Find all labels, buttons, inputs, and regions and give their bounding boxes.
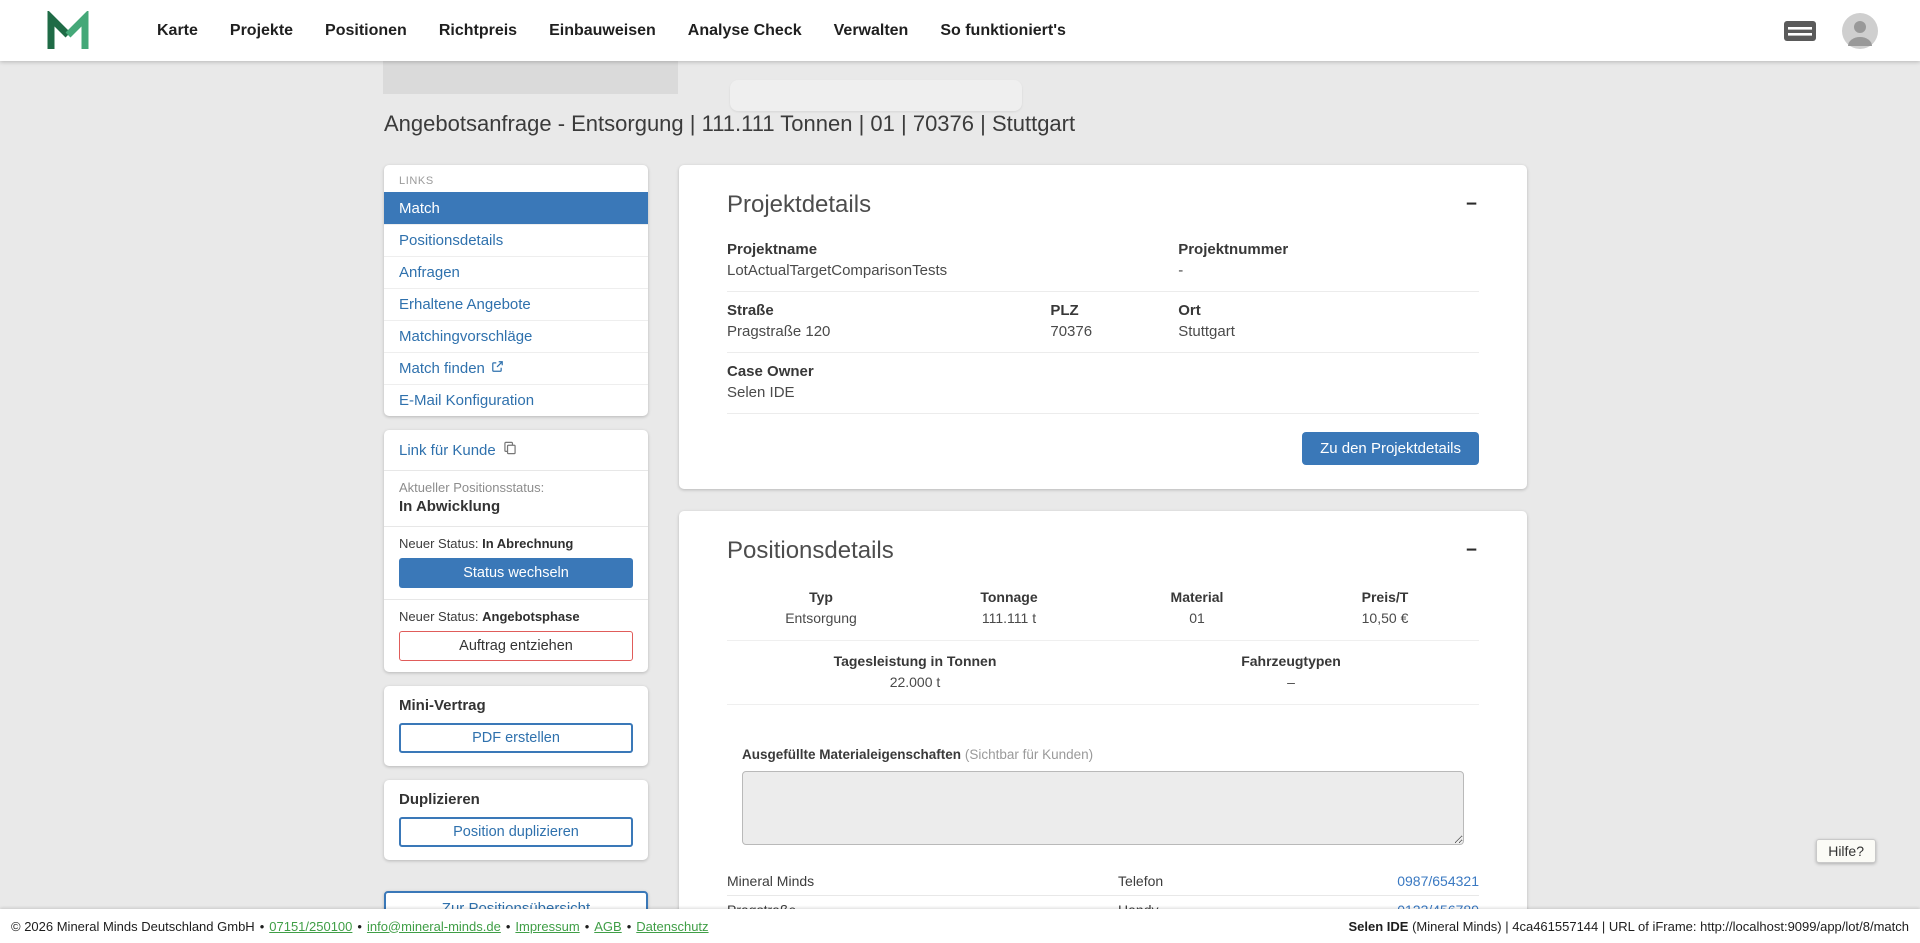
withdraw-order-button[interactable]: Auftrag entziehen bbox=[399, 631, 633, 661]
project-row-3: Case Owner Selen IDE bbox=[727, 353, 1479, 414]
duplicate-card: Duplizieren Position duplizieren bbox=[384, 780, 648, 860]
nav-item-analyse-check[interactable]: Analyse Check bbox=[675, 13, 815, 49]
sidebar-item-label: Match finden bbox=[399, 360, 485, 377]
customer-link-label: Link für Kunde bbox=[399, 442, 496, 459]
contact-company: Mineral Minds bbox=[727, 873, 1118, 889]
next-status-text: Neuer Status: In Abrechnung bbox=[399, 536, 633, 551]
current-status-value: In Abwicklung bbox=[399, 498, 633, 515]
nav-item-projekte[interactable]: Projekte bbox=[217, 13, 306, 49]
telefon-link[interactable]: 0987/654321 bbox=[1397, 873, 1479, 889]
change-status-button[interactable]: Status wechseln bbox=[399, 558, 633, 588]
links-header: LINKS bbox=[384, 165, 648, 192]
contact-row: Mineral Minds Telefon 0987/654321 bbox=[727, 867, 1479, 896]
field-fahrzeugtypen: Fahrzeugtypen – bbox=[1103, 653, 1479, 690]
project-details-card: Projektdetails − Projektname LotActualTa… bbox=[679, 165, 1527, 489]
user-avatar-icon[interactable] bbox=[1842, 13, 1878, 49]
copyright-text: © 2026 Mineral Minds Deutschland GmbH bbox=[11, 919, 255, 934]
links-nav-card: LINKS Match Positionsdetails Anfragen Er… bbox=[384, 165, 648, 416]
field-plz: PLZ 70376 bbox=[1050, 302, 1178, 340]
nav-item-einbauweisen[interactable]: Einbauweisen bbox=[536, 13, 669, 49]
field-material: Material 01 bbox=[1103, 589, 1291, 626]
material-properties-textarea[interactable] bbox=[742, 771, 1464, 845]
position-row-2: Tagesleistung in Tonnen 22.000 t Fahrzeu… bbox=[727, 641, 1479, 705]
top-navbar: Karte Projekte Positionen Richtpreis Ein… bbox=[0, 0, 1920, 61]
nav-item-karte[interactable]: Karte bbox=[144, 13, 211, 49]
create-pdf-button[interactable]: PDF erstellen bbox=[399, 723, 633, 753]
telefon-label: Telefon bbox=[1118, 873, 1397, 889]
field-case-owner: Case Owner Selen IDE bbox=[727, 363, 1479, 401]
sidebar-item-match[interactable]: Match bbox=[384, 192, 648, 224]
project-row-2: Straße Pragstraße 120 PLZ 70376 Ort Stut… bbox=[727, 292, 1479, 353]
footer-session-info: Selen IDE (Mineral Minds) | 4ca461557144… bbox=[1348, 919, 1909, 934]
current-status-label: Aktueller Positionsstatus: bbox=[399, 480, 633, 495]
footer-email-link[interactable]: info@mineral-minds.de bbox=[367, 919, 501, 934]
field-preis: Preis/T 10,50 € bbox=[1291, 589, 1479, 626]
position-details-card: Positionsdetails − Typ Entsorgung Tonnag… bbox=[679, 511, 1527, 943]
field-strasse: Straße Pragstraße 120 bbox=[727, 302, 1050, 340]
duplicate-title: Duplizieren bbox=[399, 791, 633, 808]
duplicate-position-button[interactable]: Position duplizieren bbox=[399, 817, 633, 847]
footer-datenschutz-link[interactable]: Datenschutz bbox=[636, 919, 708, 934]
nav-item-richtpreis[interactable]: Richtpreis bbox=[426, 13, 530, 49]
nav-item-verwalten[interactable]: Verwalten bbox=[821, 13, 922, 49]
main-navigation: Karte Projekte Positionen Richtpreis Ein… bbox=[144, 13, 1079, 49]
page-content: Angebotsanfrage - Entsorgung | 111.111 T… bbox=[0, 61, 1920, 943]
main-column: Projektdetails − Projektname LotActualTa… bbox=[679, 165, 1527, 943]
sidebar-item-matchingvorschlaege[interactable]: Matchingvorschläge bbox=[384, 320, 648, 352]
field-projektname: Projektname LotActualTargetComparisonTes… bbox=[727, 241, 1178, 279]
page-title: Angebotsanfrage - Entsorgung | 111.111 T… bbox=[384, 111, 1075, 137]
status-card: Link für Kunde Aktueller Positionsstatus… bbox=[384, 430, 648, 672]
loading-skeleton bbox=[383, 61, 678, 94]
separator: • bbox=[357, 919, 362, 934]
help-button[interactable]: Hilfe? bbox=[1816, 839, 1876, 863]
separator: • bbox=[627, 919, 632, 934]
footer-impressum-link[interactable]: Impressum bbox=[515, 919, 579, 934]
collapse-icon[interactable]: − bbox=[1464, 537, 1479, 564]
material-properties-label: Ausgefüllte Materialeigenschaften (Sicht… bbox=[742, 747, 1464, 762]
nav-item-so-funktionierts[interactable]: So funktioniert's bbox=[927, 13, 1079, 49]
mineral-minds-logo-icon[interactable] bbox=[46, 10, 92, 52]
position-details-title: Positionsdetails bbox=[727, 537, 894, 565]
next-status-section-1: Neuer Status: In Abrechnung Status wechs… bbox=[384, 526, 648, 599]
field-tagesleistung: Tagesleistung in Tonnen 22.000 t bbox=[727, 653, 1103, 690]
separator: • bbox=[585, 919, 590, 934]
server-icon[interactable] bbox=[1784, 19, 1816, 43]
project-row-1: Projektname LotActualTargetComparisonTes… bbox=[727, 231, 1479, 292]
collapse-icon[interactable]: − bbox=[1464, 191, 1479, 218]
position-row-1: Typ Entsorgung Tonnage 111.111 t Materia… bbox=[727, 577, 1479, 641]
sidebar-item-erhaltene-angebote[interactable]: Erhaltene Angebote bbox=[384, 288, 648, 320]
footer: © 2026 Mineral Minds Deutschland GmbH • … bbox=[0, 909, 1920, 943]
field-projektnummer: Projektnummer - bbox=[1178, 241, 1479, 279]
field-ort: Ort Stuttgart bbox=[1178, 302, 1479, 340]
sidebar-item-positionsdetails[interactable]: Positionsdetails bbox=[384, 224, 648, 256]
sidebar-item-email-konfiguration[interactable]: E-Mail Konfiguration bbox=[384, 384, 648, 416]
next-status-section-2: Neuer Status: Angebotsphase Auftrag entz… bbox=[384, 599, 648, 672]
next-status-text: Neuer Status: Angebotsphase bbox=[399, 609, 633, 624]
sidebar-item-anfragen[interactable]: Anfragen bbox=[384, 256, 648, 288]
current-status-section: Aktueller Positionsstatus: In Abwicklung bbox=[384, 470, 648, 526]
left-sidebar: LINKS Match Positionsdetails Anfragen Er… bbox=[384, 165, 648, 943]
project-details-title: Projektdetails bbox=[727, 191, 871, 219]
mini-contract-card: Mini-Vertrag PDF erstellen bbox=[384, 686, 648, 766]
sidebar-item-match-finden[interactable]: Match finden bbox=[384, 352, 648, 384]
separator: • bbox=[506, 919, 511, 934]
loading-skeleton bbox=[730, 80, 1022, 111]
customer-link[interactable]: Link für Kunde bbox=[384, 430, 648, 470]
footer-phone-link[interactable]: 07151/250100 bbox=[269, 919, 352, 934]
separator: • bbox=[260, 919, 265, 934]
nav-item-positionen[interactable]: Positionen bbox=[312, 13, 420, 49]
copy-icon bbox=[503, 441, 517, 459]
footer-agb-link[interactable]: AGB bbox=[594, 919, 621, 934]
field-tonnage: Tonnage 111.111 t bbox=[915, 589, 1103, 626]
to-project-details-button[interactable]: Zu den Projektdetails bbox=[1302, 432, 1479, 465]
field-typ: Typ Entsorgung bbox=[727, 589, 915, 626]
external-link-icon bbox=[491, 360, 504, 377]
mini-contract-title: Mini-Vertrag bbox=[399, 697, 633, 714]
